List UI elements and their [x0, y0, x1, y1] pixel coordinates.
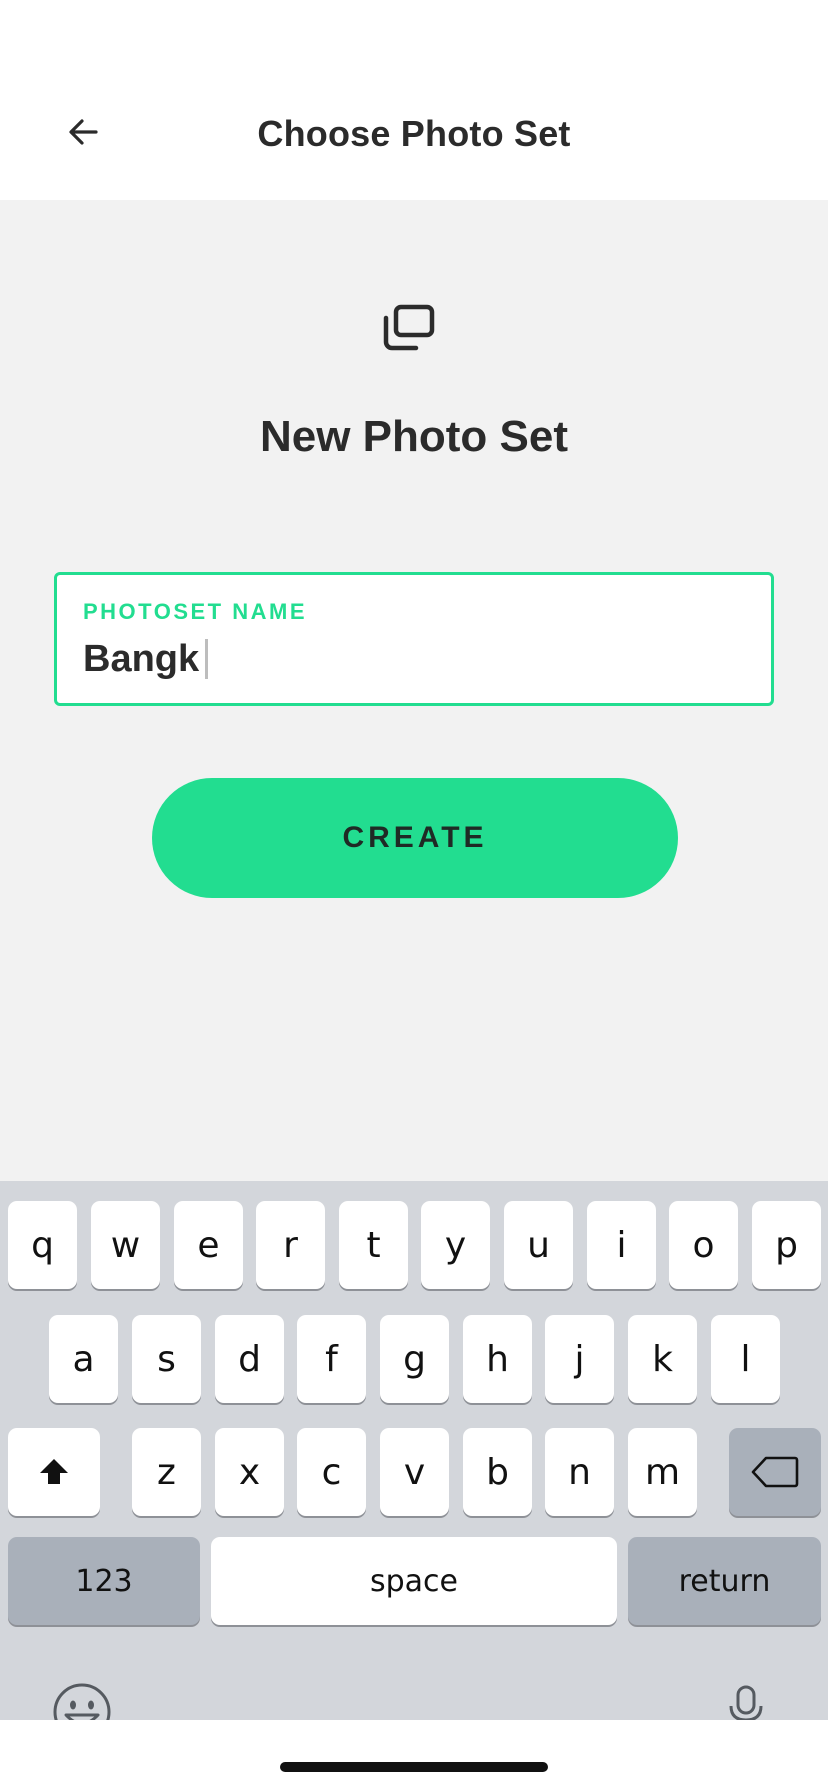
app-header: Choose Photo Set [0, 0, 828, 200]
key-m[interactable]: m [628, 1428, 697, 1516]
home-indicator-area [0, 1720, 828, 1792]
text-caret [205, 639, 209, 679]
backspace-icon [751, 1456, 799, 1488]
new-photo-set-panel: New Photo Set PHOTOSET NAME Bangk CREATE [0, 200, 828, 1181]
key-n[interactable]: n [545, 1428, 614, 1516]
key-g[interactable]: g [380, 1315, 449, 1403]
shift-key[interactable] [8, 1428, 100, 1516]
delete-key[interactable] [729, 1428, 821, 1516]
section-title: New Photo Set [259, 412, 569, 461]
key-e[interactable]: e [174, 1201, 243, 1289]
key-r[interactable]: r [256, 1201, 325, 1289]
home-indicator[interactable] [280, 1762, 548, 1772]
photoset-name-value: Bangk [83, 637, 200, 680]
key-l[interactable]: l [711, 1315, 780, 1403]
shift-icon [40, 1459, 68, 1484]
key-q[interactable]: q [8, 1201, 77, 1289]
create-button[interactable]: CREATE [152, 778, 678, 898]
key-v[interactable]: v [380, 1428, 449, 1516]
photoset-name-field[interactable]: PHOTOSET NAME Bangk [54, 572, 774, 706]
key-i[interactable]: i [587, 1201, 656, 1289]
space-key[interactable]: space [211, 1537, 617, 1625]
return-key[interactable]: return [628, 1537, 821, 1625]
page-title: Choose Photo Set [257, 113, 571, 154]
photoset-name-label: PHOTOSET NAME [83, 599, 308, 624]
key-s[interactable]: s [132, 1315, 201, 1403]
key-a[interactable]: a [49, 1315, 118, 1403]
key-b[interactable]: b [463, 1428, 532, 1516]
key-w[interactable]: w [91, 1201, 160, 1289]
key-t[interactable]: t [339, 1201, 408, 1289]
key-f[interactable]: f [297, 1315, 366, 1403]
key-x[interactable]: x [215, 1428, 284, 1516]
key-o[interactable]: o [669, 1201, 738, 1289]
numbers-key[interactable]: 123 [8, 1537, 200, 1625]
key-u[interactable]: u [504, 1201, 573, 1289]
photoset-name-input[interactable]: Bangk [83, 637, 209, 681]
photo-set-stack-icon [383, 304, 435, 351]
key-h[interactable]: h [463, 1315, 532, 1403]
key-y[interactable]: y [421, 1201, 490, 1289]
key-p[interactable]: p [752, 1201, 821, 1289]
on-screen-keyboard: q w e r t y u i o p a s d f g h j k l z … [0, 1181, 828, 1720]
key-c[interactable]: c [297, 1428, 366, 1516]
key-k[interactable]: k [628, 1315, 697, 1403]
key-d[interactable]: d [215, 1315, 284, 1403]
key-z[interactable]: z [132, 1428, 201, 1516]
key-j[interactable]: j [545, 1315, 614, 1403]
